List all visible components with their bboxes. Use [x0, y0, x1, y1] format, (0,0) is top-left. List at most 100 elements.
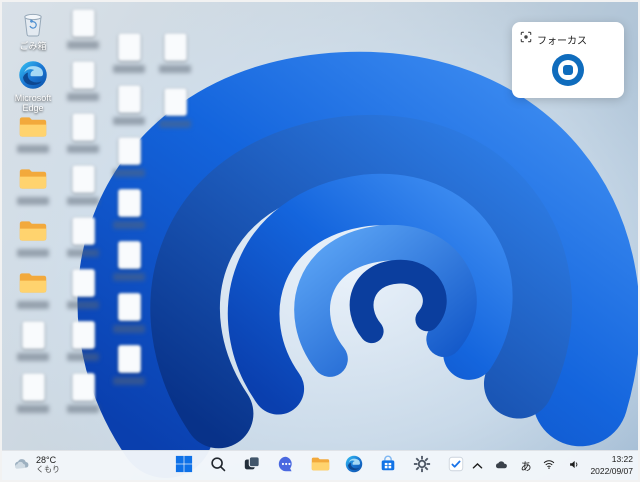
gear-icon — [413, 455, 431, 476]
file-icon — [71, 164, 95, 194]
file-icon — [71, 216, 95, 246]
focus-card-header: フォーカス — [520, 30, 616, 48]
ime-indicator[interactable]: あ — [518, 456, 533, 476]
blurred-label — [113, 65, 145, 73]
clock[interactable]: 13:22 2022/09/07 — [590, 454, 633, 476]
system-tray: あ 13:22 2022/09/07 — [470, 451, 633, 480]
blurred-label — [159, 65, 191, 73]
onedrive-button[interactable] — [492, 456, 511, 475]
focus-card: フォーカス — [512, 22, 624, 98]
file-icon — [117, 292, 141, 322]
focus-start-button[interactable] — [552, 54, 584, 86]
desktop-icon-file[interactable] — [60, 216, 106, 257]
desktop-icon-file[interactable] — [106, 136, 152, 177]
checklist-icon — [447, 455, 465, 476]
file-icon — [117, 136, 141, 166]
desktop-icon-file[interactable] — [10, 320, 56, 361]
file-explorer-button[interactable] — [305, 453, 335, 479]
blurred-label — [113, 273, 145, 281]
desktop-icon-file[interactable] — [60, 372, 106, 413]
desktop-icon-file[interactable] — [106, 32, 152, 73]
start-button[interactable] — [169, 453, 199, 479]
desktop-icon-edge[interactable]: Microsoft Edge — [10, 60, 56, 114]
network-button[interactable] — [540, 456, 558, 475]
desktop-icon-file[interactable] — [106, 240, 152, 281]
blurred-label — [17, 197, 49, 205]
windows-desktop: ごみ箱 Microsoft Edge フォーカス 28°C くもり あ 13:2… — [0, 0, 640, 482]
desktop-icon-file[interactable] — [106, 84, 152, 125]
settings-button[interactable] — [407, 453, 437, 479]
file-icon — [117, 32, 141, 62]
desktop-icon-folder[interactable] — [10, 216, 56, 257]
task-view-button[interactable] — [237, 453, 267, 479]
file-icon — [71, 112, 95, 142]
cloud-icon — [494, 458, 509, 473]
blurred-label — [67, 145, 99, 153]
focus-title: フォーカス — [537, 35, 587, 47]
desktop-icon-file[interactable] — [106, 344, 152, 385]
desktop-icon-folder[interactable] — [10, 268, 56, 309]
todo-app-button[interactable] — [441, 453, 471, 479]
folder-icon — [18, 268, 48, 298]
chevron-up-icon — [472, 458, 483, 473]
wifi-icon — [542, 458, 556, 473]
desktop-icon-file[interactable] — [10, 372, 56, 413]
file-icon — [71, 268, 95, 298]
store-bag-icon — [379, 455, 397, 476]
desktop-icon-file[interactable] — [60, 320, 106, 361]
clock-date: 2022/09/07 — [590, 465, 633, 476]
blurred-label — [67, 249, 99, 257]
weather-widget[interactable]: 28°C くもり — [8, 451, 65, 480]
blurred-label — [159, 120, 191, 128]
recycle-bin-icon — [21, 8, 45, 38]
desktop-icon-recycle-bin[interactable]: ごみ箱 — [10, 8, 56, 51]
search-button[interactable] — [203, 453, 233, 479]
blurred-label — [67, 353, 99, 361]
blurred-label — [67, 197, 99, 205]
task-view-icon — [243, 455, 261, 476]
store-button[interactable] — [373, 453, 403, 479]
file-icon — [117, 240, 141, 270]
cloudy-weather-icon — [13, 457, 31, 475]
edge-icon — [18, 60, 48, 90]
windows-logo-icon — [175, 455, 193, 476]
folder-icon — [311, 456, 330, 475]
desktop-icon-file[interactable] — [60, 8, 106, 49]
edge-button[interactable] — [339, 453, 369, 479]
file-icon — [71, 372, 95, 402]
blurred-label — [113, 117, 145, 125]
blurred-label — [17, 405, 49, 413]
file-icon — [71, 8, 95, 38]
blurred-label — [113, 221, 145, 229]
speaker-icon — [567, 458, 581, 474]
taskbar-center-buttons — [169, 451, 471, 480]
file-icon — [71, 60, 95, 90]
file-icon — [21, 372, 45, 402]
folder-icon — [18, 112, 48, 142]
desktop-icon-file[interactable] — [106, 292, 152, 333]
tray-overflow-button[interactable] — [470, 456, 485, 475]
desktop-icon-file[interactable] — [60, 164, 106, 205]
chat-button[interactable] — [271, 453, 301, 479]
desktop-icon-file[interactable] — [152, 32, 198, 73]
file-icon — [21, 320, 45, 350]
desktop-icon-folder[interactable] — [10, 112, 56, 153]
file-icon — [117, 188, 141, 218]
focus-ring — [558, 60, 578, 80]
blurred-label — [113, 325, 145, 333]
folder-icon — [18, 164, 48, 194]
volume-button[interactable] — [565, 456, 583, 476]
focus-target-icon — [520, 30, 532, 48]
desktop-icon-file[interactable] — [106, 188, 152, 229]
clock-time: 13:22 — [611, 454, 633, 465]
desktop-icon-file[interactable] — [60, 268, 106, 309]
desktop-icon-label: ごみ箱 — [19, 41, 47, 51]
desktop-icon-folder[interactable] — [10, 164, 56, 205]
desktop-icon-label: Microsoft Edge — [14, 93, 52, 114]
focus-dot — [563, 65, 573, 75]
edge-browser-icon — [345, 455, 363, 476]
desktop-icon-file[interactable] — [152, 87, 198, 128]
weather-condition: くもり — [36, 465, 60, 475]
desktop-icon-file[interactable] — [60, 60, 106, 101]
desktop-icon-file[interactable] — [60, 112, 106, 153]
